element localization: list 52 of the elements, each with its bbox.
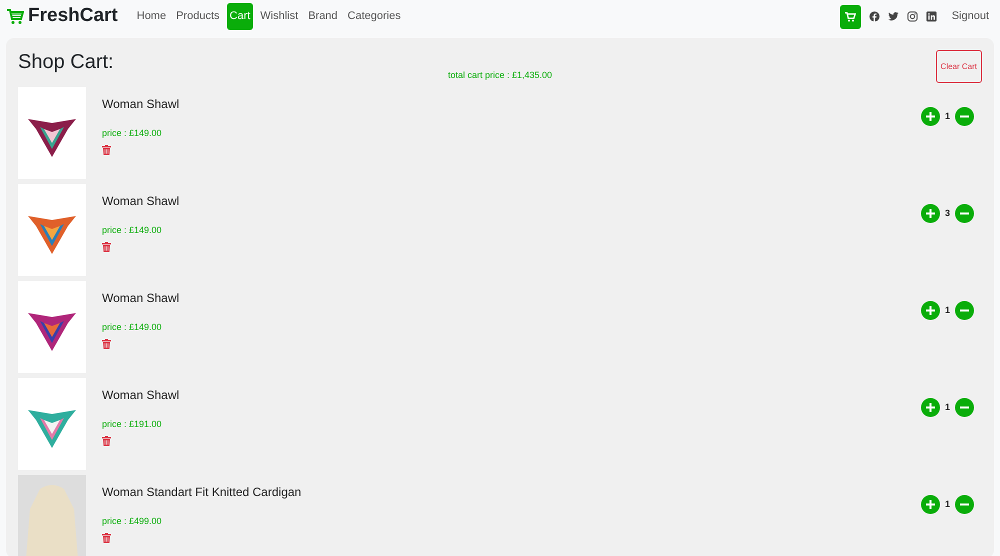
product-price: price : £499.00 (102, 515, 162, 528)
plus-icon (926, 112, 935, 121)
nav-link[interactable]: Home (134, 3, 170, 30)
trash-icon[interactable] (102, 242, 111, 252)
decrease-button[interactable] (955, 398, 974, 417)
cart-icon (844, 12, 856, 22)
quantity: 1 (944, 498, 950, 511)
trash-icon[interactable] (102, 532, 111, 542)
product-price: price : £149.00 (102, 224, 162, 237)
decrease-button[interactable] (955, 495, 974, 514)
quantity: 1 (944, 110, 950, 123)
increase-button[interactable] (920, 204, 940, 223)
quantity: 1 (944, 304, 950, 317)
quantity: 3 (944, 206, 950, 220)
clear-cart-button[interactable]: Clear Cart (936, 50, 982, 83)
facebook-icon[interactable] (868, 11, 880, 22)
cart-logo-icon (6, 8, 24, 24)
plus-icon (926, 403, 935, 412)
signout-link[interactable]: Signout (948, 3, 992, 30)
product-name: Woman Shawl (102, 193, 180, 210)
brand-name[interactable]: FreshCart (28, 2, 118, 31)
increase-button[interactable] (920, 495, 940, 514)
total-price: total cart price : £1,435.00 (448, 69, 552, 82)
product-name: Woman Shawl (102, 290, 180, 307)
trash-icon[interactable] (102, 144, 111, 154)
plus-icon (926, 500, 935, 509)
product-name: Woman Shawl (102, 387, 180, 404)
cart-button[interactable] (840, 4, 861, 28)
decrease-button[interactable] (955, 301, 974, 320)
decrease-button[interactable] (955, 107, 974, 126)
product-name: Woman Shawl (102, 96, 180, 113)
twitter-icon[interactable] (888, 11, 899, 22)
nav-link[interactable]: Products (173, 3, 223, 30)
quantity: 1 (944, 400, 950, 414)
page-title: Shop Cart: (18, 50, 114, 74)
product-price: price : £149.00 (102, 321, 162, 334)
trash-icon[interactable] (102, 338, 111, 348)
increase-button[interactable] (920, 301, 940, 320)
decrease-button[interactable] (955, 204, 974, 223)
increase-button[interactable] (920, 107, 940, 126)
product-price: price : £149.00 (102, 127, 162, 140)
nav-link[interactable]: Wishlist (257, 3, 302, 30)
instagram-icon[interactable] (906, 11, 918, 22)
product-price: price : £191.00 (102, 418, 162, 431)
product-name: Woman Standart Fit Knitted Cardigan (102, 484, 302, 501)
nav-link[interactable]: Brand (305, 3, 341, 30)
trash-icon[interactable] (102, 436, 111, 446)
plus-icon (926, 306, 935, 315)
plus-icon (926, 209, 935, 218)
nav-link[interactable]: Categories (344, 3, 404, 30)
linkedin-icon[interactable] (926, 11, 937, 22)
increase-button[interactable] (920, 398, 940, 417)
